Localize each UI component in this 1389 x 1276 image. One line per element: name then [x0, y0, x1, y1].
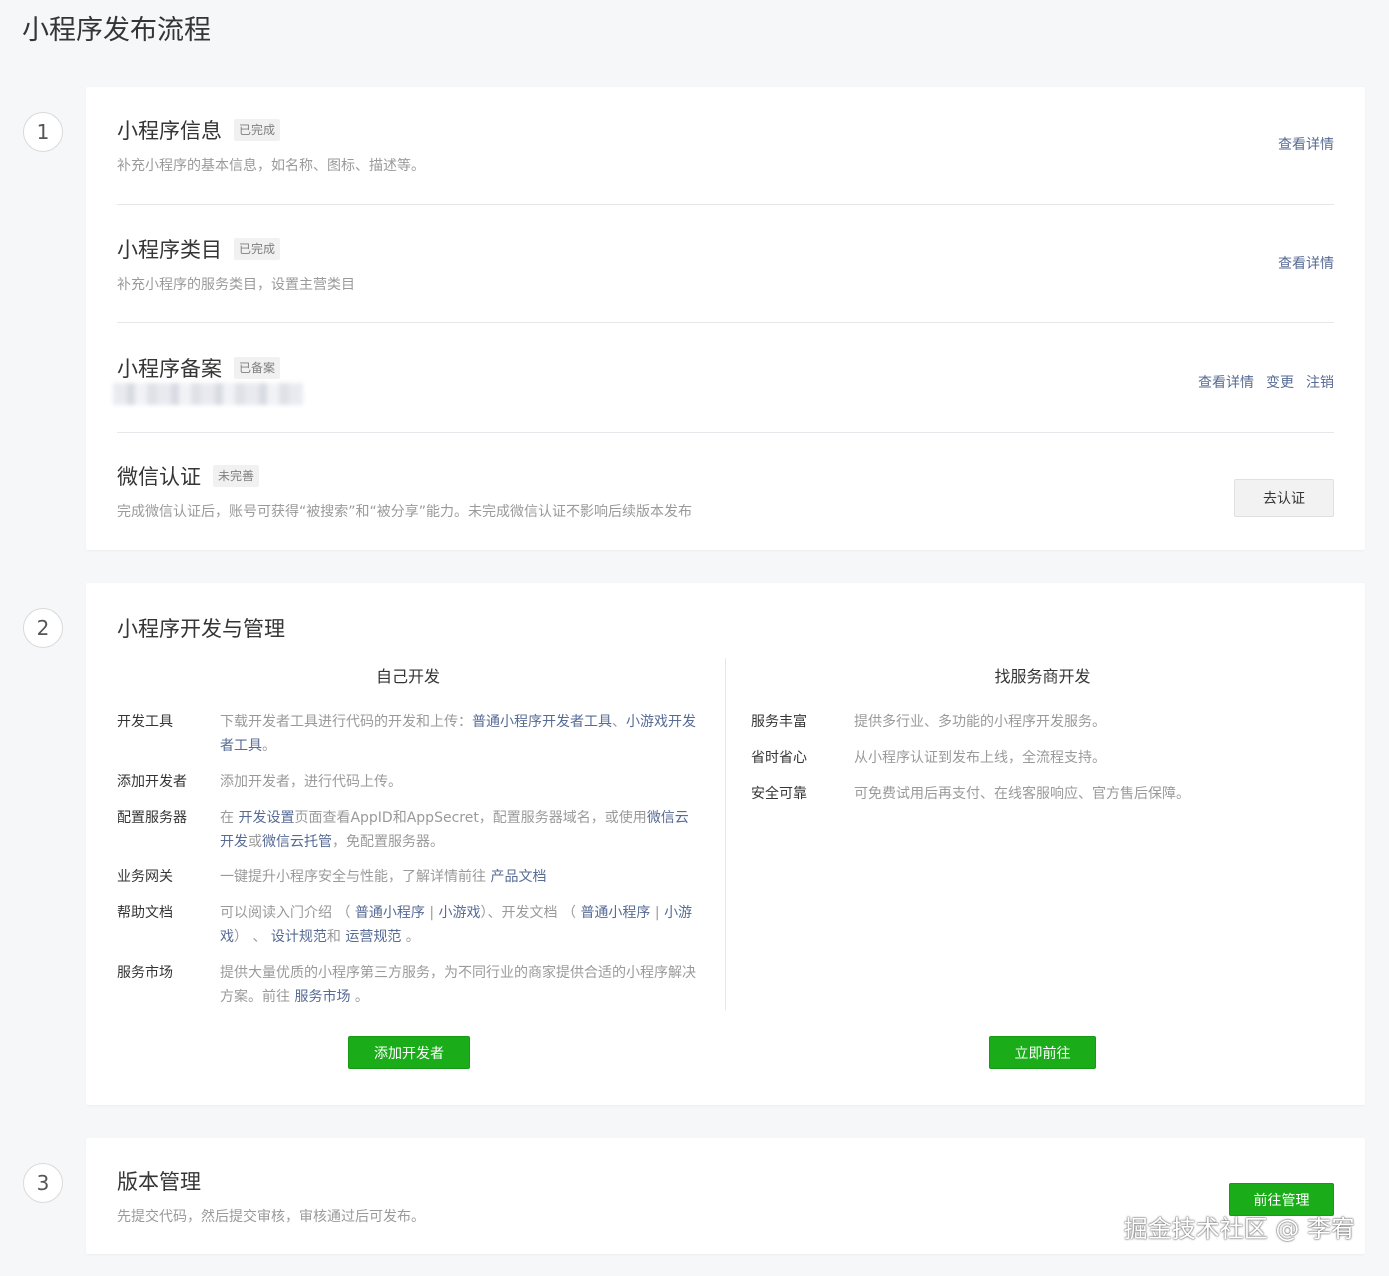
self-dev-item: 帮助文档 可以阅读入门介绍 （ 普通小程序 | 小游戏）、开发文档 （ 普通小程序…: [117, 901, 702, 949]
doc-link[interactable]: 运营规范: [345, 929, 401, 945]
self-dev-item-key: 开发工具: [117, 714, 173, 730]
wechat-auth-title: 微信认证: [117, 465, 201, 489]
wechat-auth-desc: 完成微信认证后，账号可获得“被搜索”和“被分享”能力。未完成微信认证不影响后续版…: [117, 504, 693, 520]
step-number-2: 2: [23, 608, 63, 648]
wechat-auth-row: 微信认证 未完善 完成微信认证后，账号可获得“被搜索”和“被分享”能力。未完成微…: [117, 461, 1334, 521]
doc-link[interactable]: 微信云托管: [262, 834, 332, 850]
miniprogram-category-desc: 补充小程序的服务类目，设置主营类目: [117, 277, 355, 293]
desc-text: 提供大量优质的小程序第三方服务，为不同行业的商家提供合适的小程序解决方案。前往: [220, 965, 696, 1005]
blurred-record-number: [113, 383, 303, 405]
desc-text: 下载开发者工具进行代码的开发和上传：: [220, 714, 472, 730]
self-dev-item-desc: 可以阅读入门介绍 （ 普通小程序 | 小游戏）、开发文档 （ 普通小程序 | 小…: [220, 901, 702, 949]
self-dev-item: 业务网关 一键提升小程序安全与性能，了解详情前往 产品文档: [117, 865, 702, 889]
desc-text: ）、开发文档 （: [480, 905, 581, 921]
self-dev-item-desc: 提供大量优质的小程序第三方服务，为不同行业的商家提供合适的小程序解决方案。前往 …: [220, 961, 702, 1009]
miniprogram-category-view-details-link[interactable]: 查看详情: [1278, 253, 1334, 273]
add-developer-button[interactable]: 添加开发者: [348, 1036, 470, 1069]
provider-dev-item: 服务丰富 提供多行业、多功能的小程序开发服务。: [751, 710, 1331, 734]
desc-text: |: [650, 905, 665, 921]
record-change-link[interactable]: 变更: [1266, 372, 1294, 392]
miniprogram-info-status-tag: 已完成: [234, 119, 281, 141]
provider-dev-item-desc: 从小程序认证到发布上线，全流程支持。: [854, 750, 1106, 766]
go-now-button[interactable]: 立即前往: [989, 1036, 1096, 1069]
desc-text: 。: [350, 989, 369, 1005]
self-dev-item-desc: 添加开发者，进行代码上传。: [220, 770, 402, 794]
dev-management-title: 小程序开发与管理: [117, 617, 285, 641]
step-number-3: 3: [23, 1163, 63, 1203]
miniprogram-info-view-details-link[interactable]: 查看详情: [1278, 134, 1334, 154]
step1-card: 小程序信息 已完成 补充小程序的基本信息，如名称、图标、描述等。 查看详情 小程…: [86, 87, 1365, 550]
self-dev-item-desc: 在 开发设置页面查看AppID和AppSecret，配置服务器域名，或使用微信云…: [220, 806, 702, 854]
self-dev-item-desc: 一键提升小程序安全与性能，了解详情前往 产品文档: [220, 865, 546, 889]
desc-text: 。: [262, 738, 276, 754]
self-dev-item-key: 服务市场: [117, 965, 173, 981]
watermark: 掘金技术社区 @ 李宥: [1123, 1215, 1355, 1243]
step-number-1: 1: [23, 112, 63, 152]
provider-dev-item-key: 服务丰富: [751, 714, 807, 730]
desc-text: 添加开发者，进行代码上传。: [220, 774, 402, 790]
miniprogram-record-row: 小程序备案 已备案: [113, 353, 1334, 413]
provider-dev-title: 找服务商开发: [994, 667, 1091, 686]
self-dev-item-desc: 下载开发者工具进行代码的开发和上传：普通小程序开发者工具、小游戏开发者工具。: [220, 710, 702, 758]
self-dev-item-key: 业务网关: [117, 869, 173, 885]
wechat-auth-status-tag: 未完善: [213, 465, 260, 487]
doc-link[interactable]: 普通小程序: [355, 905, 425, 921]
self-dev-item: 配置服务器 在 开发设置页面查看AppID和AppSecret，配置服务器域名，或…: [117, 806, 702, 854]
provider-dev-item-desc: 可免费试用后再支付、在线客服响应、官方售后保障。: [854, 786, 1190, 802]
divider: [117, 322, 1334, 323]
desc-text: 和: [326, 929, 346, 945]
provider-dev-item-desc: 提供多行业、多功能的小程序开发服务。: [854, 714, 1106, 730]
record-cancel-link[interactable]: 注销: [1306, 372, 1334, 392]
record-view-details-link[interactable]: 查看详情: [1198, 372, 1254, 392]
go-verify-button[interactable]: 去认证: [1234, 479, 1334, 517]
miniprogram-info-desc: 补充小程序的基本信息，如名称、图标、描述等。: [117, 158, 425, 174]
desc-text: 。: [401, 929, 420, 945]
column-divider: [725, 658, 726, 1010]
miniprogram-category-title: 小程序类目: [117, 238, 222, 262]
version-management-title: 版本管理: [117, 1170, 201, 1194]
desc-text: 一键提升小程序安全与性能，了解详情前往: [220, 869, 491, 885]
miniprogram-record-status-tag: 已备案: [234, 357, 281, 379]
desc-text: ） 、: [234, 929, 271, 945]
doc-link[interactable]: 小游戏: [439, 905, 481, 921]
miniprogram-info-title: 小程序信息: [117, 119, 222, 143]
miniprogram-record-title: 小程序备案: [117, 357, 222, 381]
provider-dev-item: 安全可靠 可免费试用后再支付、在线客服响应、官方售后保障。: [751, 782, 1331, 806]
desc-text: 在: [220, 810, 239, 826]
divider: [117, 432, 1334, 433]
self-dev-title: 自己开发: [375, 667, 440, 686]
doc-link[interactable]: 普通小程序: [580, 905, 650, 921]
miniprogram-category-row: 小程序类目 已完成 补充小程序的服务类目，设置主营类目: [117, 234, 1334, 294]
desc-text: 、: [612, 714, 626, 730]
miniprogram-info-row: 小程序信息 已完成 补充小程序的基本信息，如名称、图标、描述等。: [117, 115, 1334, 175]
self-dev-item: 服务市场 提供大量优质的小程序第三方服务，为不同行业的商家提供合适的小程序解决方案…: [117, 961, 702, 1009]
doc-link[interactable]: 设计规范: [271, 929, 327, 945]
doc-link[interactable]: 产品文档: [490, 869, 546, 885]
self-dev-item-key: 帮助文档: [117, 905, 173, 921]
self-dev-item: 开发工具 下载开发者工具进行代码的开发和上传：普通小程序开发者工具、小游戏开发者工…: [117, 710, 702, 758]
self-dev-item-key: 添加开发者: [117, 774, 187, 790]
doc-link[interactable]: 普通小程序开发者工具: [472, 714, 612, 730]
desc-text: 或: [248, 834, 262, 850]
divider: [117, 204, 1334, 205]
provider-dev-item: 省时省心 从小程序认证到发布上线，全流程支持。: [751, 746, 1331, 770]
desc-text: 可以阅读入门介绍 （: [220, 905, 355, 921]
desc-text: 页面查看AppID和AppSecret，配置服务器域名，或使用: [294, 810, 647, 826]
doc-link[interactable]: 服务市场: [294, 989, 350, 1005]
provider-dev-item-key: 安全可靠: [751, 786, 807, 802]
page-title: 小程序发布流程: [22, 15, 211, 46]
step2-card: 小程序开发与管理 自己开发 找服务商开发 开发工具 下载开发者工具进行代码的开发和…: [86, 583, 1365, 1105]
desc-text: ，免配置服务器。: [332, 834, 444, 850]
self-dev-item-key: 配置服务器: [117, 810, 187, 826]
desc-text: |: [424, 905, 439, 921]
doc-link[interactable]: 开发设置: [238, 810, 294, 826]
miniprogram-category-status-tag: 已完成: [234, 238, 281, 260]
self-dev-item: 添加开发者 添加开发者，进行代码上传。: [117, 770, 702, 794]
provider-dev-item-key: 省时省心: [751, 750, 807, 766]
